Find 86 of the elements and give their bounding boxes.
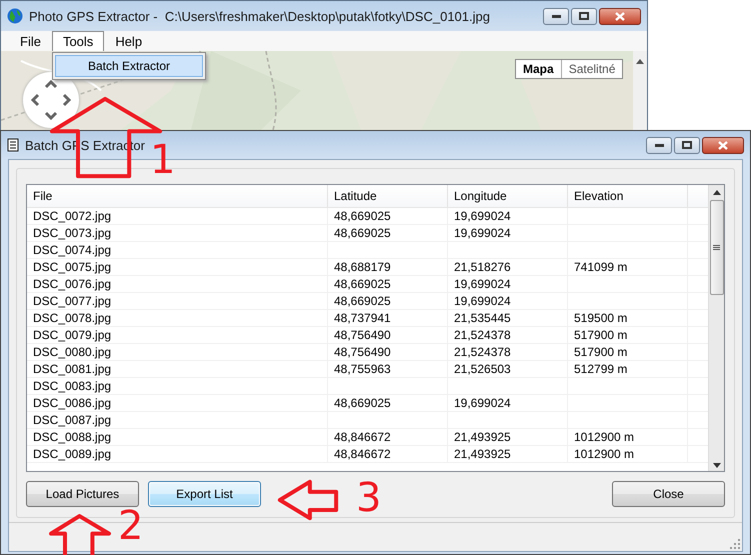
close-button[interactable] <box>702 136 744 154</box>
table-cell: 21,535445 <box>448 310 568 326</box>
maximize-icon <box>682 141 692 149</box>
menu-item[interactable]: File <box>9 31 52 51</box>
table-cell: 48,669025 <box>328 208 448 224</box>
menu-item[interactable]: Help <box>104 31 154 51</box>
column-header[interactable]: File <box>27 185 328 207</box>
table-cell: 519500 m <box>568 310 688 326</box>
dialog-button[interactable]: Load Pictures <box>26 481 139 507</box>
table-cell: 1012900 m <box>568 446 688 462</box>
map-type-tab[interactable]: Satelitné <box>560 60 622 78</box>
scrollbar[interactable] <box>708 185 724 471</box>
table-cell: DSC_0079.jpg <box>27 327 328 343</box>
table-cell: 48,756490 <box>328 344 448 360</box>
table-cell: 48,846672 <box>328 429 448 445</box>
close-icon <box>718 140 728 150</box>
table-cell: 19,699024 <box>448 276 568 292</box>
minimize-button[interactable] <box>646 136 672 154</box>
resize-grip-icon <box>730 539 740 549</box>
scroll-up-icon[interactable] <box>712 190 720 195</box>
close-button[interactable] <box>599 8 641 24</box>
arrow <box>50 515 110 555</box>
table-cell: 21,526503 <box>448 361 568 377</box>
table-cell: 21,493925 <box>448 429 568 445</box>
table-cell: 21,518276 <box>448 259 568 275</box>
maximize-icon <box>579 12 589 20</box>
table-cell: 48,755963 <box>328 361 448 377</box>
table-cell: 48,669025 <box>328 395 448 411</box>
table-cell: 48,737941 <box>328 310 448 326</box>
arrow <box>278 480 338 520</box>
maximize-button[interactable] <box>571 8 597 24</box>
table-cell: DSC_0087.jpg <box>27 412 328 428</box>
dialog-button[interactable]: Export List <box>148 481 261 507</box>
table-cell: DSC_0086.jpg <box>27 395 328 411</box>
table-cell: 48,669025 <box>328 225 448 241</box>
window-title: Photo GPS Extractor - C:\Users\freshmaker\Desktop\putak\fotky\DSC_0101.jpg <box>29 8 491 24</box>
table-cell: 1012900 m <box>568 429 688 445</box>
table-cell: DSC_0075.jpg <box>27 259 328 275</box>
table-cell: 741099 m <box>568 259 688 275</box>
table-cell: DSC_0072.jpg <box>27 208 328 224</box>
scroll-down-icon[interactable] <box>712 463 720 468</box>
table-cell: 512799 m <box>568 361 688 377</box>
table-cell: DSC_0080.jpg <box>27 344 328 360</box>
table-cell: 21,524378 <box>448 344 568 360</box>
table-cell: DSC_0089.jpg <box>27 446 328 462</box>
table-cell: DSC_0073.jpg <box>27 225 328 241</box>
table-cell: 48,688179 <box>328 259 448 275</box>
scroll-thumb[interactable] <box>710 200 724 295</box>
table-cell: 48,756490 <box>328 327 448 343</box>
table-cell: DSC_0077.jpg <box>27 293 328 309</box>
table-cell: 21,524378 <box>448 327 568 343</box>
table-cell: DSC_0078.jpg <box>27 310 328 326</box>
column-header[interactable]: Latitude <box>328 185 448 207</box>
table-cell: DSC_0076.jpg <box>27 276 328 292</box>
annotation-number: 3 <box>356 478 382 518</box>
table-cell: DSC_0083.jpg <box>27 378 328 394</box>
annotation-number: 2 <box>118 506 144 546</box>
table-cell: 19,699024 <box>448 293 568 309</box>
close-icon <box>615 12 625 20</box>
document-icon <box>7 138 19 152</box>
minimize-icon <box>552 14 560 18</box>
table-cell: DSC_0081.jpg <box>27 361 328 377</box>
grip-icon <box>713 245 720 250</box>
table-cell: 19,699024 <box>448 208 568 224</box>
column-header[interactable]: Longitude <box>448 185 568 207</box>
globe-icon <box>7 8 23 24</box>
table-cell: 19,699024 <box>448 225 568 241</box>
table-cell: DSC_0074.jpg <box>27 242 328 258</box>
menu-item[interactable]: Batch Extractor <box>55 55 203 77</box>
maximize-button[interactable] <box>674 136 700 154</box>
table-cell: 517900 m <box>568 344 688 360</box>
minimize-icon <box>654 144 664 146</box>
table-cell: 48,846672 <box>328 446 448 462</box>
table-cell: 517900 m <box>568 327 688 343</box>
table-cell: DSC_0088.jpg <box>27 429 328 445</box>
menu-item[interactable]: Tools <box>52 31 104 51</box>
minimize-button[interactable] <box>543 8 569 24</box>
table-cell: 48,669025 <box>328 293 448 309</box>
map-type-tab[interactable]: Mapa <box>516 60 561 78</box>
column-header[interactable]: Elevation <box>568 185 688 207</box>
table-cell: 19,699024 <box>448 395 568 411</box>
table-cell: 21,493925 <box>448 446 568 462</box>
annotation-number: 1 <box>150 140 176 180</box>
table-cell: 48,669025 <box>328 276 448 292</box>
dialog-button[interactable]: Close <box>612 481 725 507</box>
scroll-up-icon[interactable] <box>636 59 644 64</box>
